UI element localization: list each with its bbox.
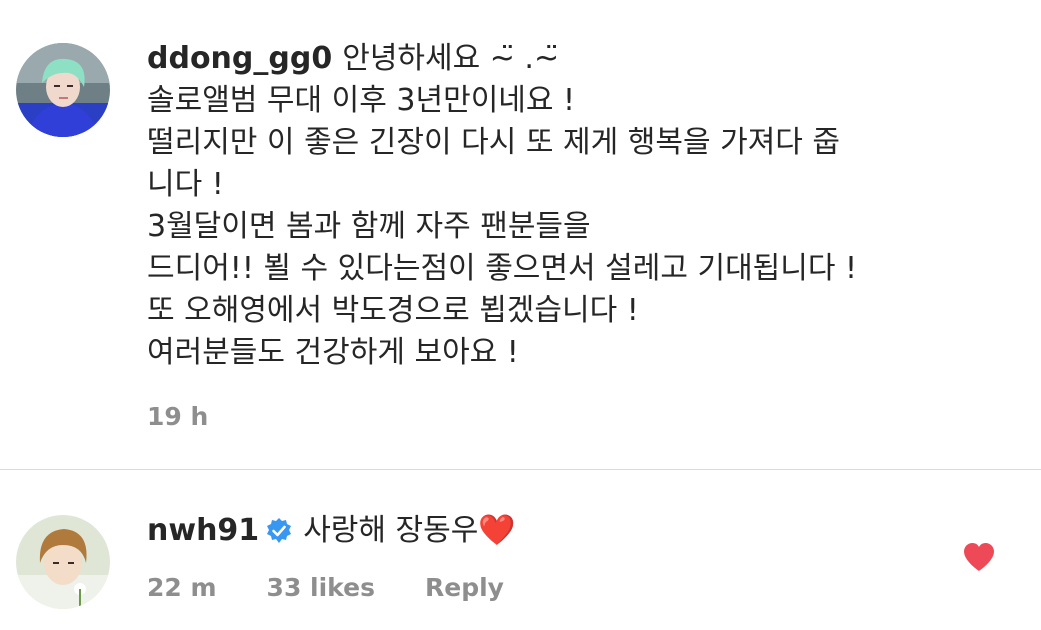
heart-emoji: ❤️ [478,513,516,548]
comment-text-line: 3월달이면 봄과 함께 자주 팬분들을 [147,209,591,244]
heart-icon[interactable] [962,541,996,573]
reply-timestamp: 22 m [147,573,217,602]
commenter-avatar[interactable] [16,43,110,137]
comment-text-line: 드디어!! 뵐 수 있다는점이 좋으면서 설레고 기대됩니다 ! [147,251,858,286]
comment-text-line: 떨리지만 이 좋은 긴장이 다시 또 제게 행복을 가져다 줍 [147,125,841,160]
comment-text-line: 또 오해영에서 박도경으로 뵙겠습니다 ! [147,293,639,328]
comment-timestamp: 19 h [147,402,209,431]
comment-first-line: ddong_gg0 안녕하세요 ~̈ .~̈ [147,38,1007,80]
comment-text-line: 여러분들도 건강하게 보아요 ! [147,335,519,370]
avatar-image [16,515,110,609]
reply-body: nwh91 사랑해 장동우❤️ [147,510,516,552]
reply-text: 사랑해 장동우 [303,513,479,548]
verified-badge-icon [267,518,292,543]
reply-meta: 22 m 33 likes Reply [147,573,554,602]
reply-username[interactable]: nwh91 [147,513,259,548]
comment-text-line: 니다 ! [147,167,224,202]
comment-divider [0,469,1041,470]
likes-count[interactable]: 33 likes [267,573,375,602]
comment-text-line: 안녕하세요 ~̈ .~̈ [342,41,560,76]
reply-button[interactable]: Reply [425,573,504,602]
reply-avatar[interactable] [16,515,110,609]
avatar-image [16,43,110,137]
comment-body: ddong_gg0 안녕하세요 ~̈ .~̈ 솔로앨범 무대 이후 3년만이네요 … [147,38,1007,374]
commenter-username[interactable]: ddong_gg0 [147,41,332,76]
comment-text-line: 솔로앨범 무대 이후 3년만이네요 ! [147,83,576,118]
